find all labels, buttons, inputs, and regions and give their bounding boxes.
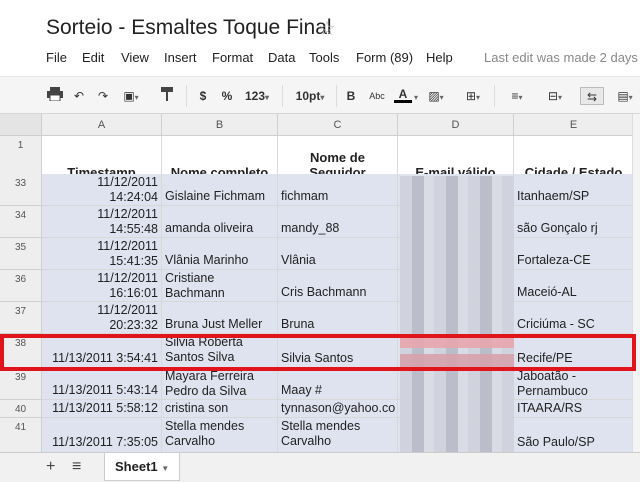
seguidor-cell[interactable]: Stella mendes Carvalho	[278, 418, 398, 452]
annotation-highlight-box	[0, 334, 636, 371]
paint-format-icon[interactable]	[158, 87, 176, 105]
star-icon[interactable]: ☆	[318, 16, 336, 41]
column-header-b[interactable]: B	[162, 114, 278, 136]
row-header[interactable]: 36	[0, 270, 42, 302]
nome-cell[interactable]: cristina son	[162, 400, 278, 418]
row-header[interactable]: 39	[0, 368, 42, 400]
seguidor-cell[interactable]: Vlânia	[278, 238, 398, 270]
last-edit-notice[interactable]: Last edit was made 2 days	[484, 50, 638, 65]
number-format-button[interactable]: 123▾	[242, 87, 272, 105]
row-header[interactable]: 40	[0, 400, 42, 418]
font-size-select[interactable]: 10pt▾	[290, 87, 330, 105]
seguidor-cell[interactable]: Maay #	[278, 368, 398, 400]
cidade-cell[interactable]: Criciúma - SC	[514, 302, 634, 334]
toolbar-separator	[494, 85, 495, 107]
font-size-label: 10pt	[295, 89, 321, 103]
menu-bar: File Edit View Insert Format Data Tools …	[0, 46, 640, 70]
paste-format-icon[interactable]: ▣▾	[120, 87, 142, 105]
row-header[interactable]: 33	[0, 174, 42, 206]
cidade-cell[interactable]: ITAARA/RS	[514, 400, 634, 418]
menu-tools[interactable]: Tools	[309, 50, 339, 65]
nome-cell[interactable]: amanda oliveira	[162, 206, 278, 238]
toolbar-separator	[282, 85, 283, 107]
menu-insert[interactable]: Insert	[164, 50, 197, 65]
spreadsheet-grid[interactable]: A B C D E 1 Timestamp Nome completo Nome…	[0, 114, 640, 452]
wrap-text-icon[interactable]: ⇆	[580, 87, 604, 105]
nome-cell[interactable]: Stella mendes Carvalho	[162, 418, 278, 452]
timestamp-cell[interactable]: 11/13/2011 7:35:05	[42, 418, 162, 452]
menu-help[interactable]: Help	[426, 50, 453, 65]
select-all-corner[interactable]	[0, 114, 42, 136]
vertical-align-icon[interactable]: ⊟▾	[544, 87, 566, 105]
nome-cell[interactable]: Cristiane Bachmann	[162, 270, 278, 302]
cidade-cell[interactable]: Fortaleza-CE	[514, 238, 634, 270]
text-color-caret-icon[interactable]: ▾	[412, 87, 420, 105]
nome-cell[interactable]: Mayara Ferreira Pedro da Silva	[162, 368, 278, 400]
toolbar-separator	[186, 85, 187, 107]
timestamp-cell[interactable]: 11/13/2011 5:58:12	[42, 400, 162, 418]
print-icon[interactable]	[46, 87, 64, 105]
timestamp-cell[interactable]: 11/12/2011 14:24:04	[42, 174, 162, 206]
add-sheet-icon[interactable]: +	[46, 458, 55, 476]
text-color-button[interactable]: A	[394, 87, 412, 103]
sheet-tab-bar: + ≡ Sheet1 ▼	[0, 452, 640, 482]
document-title[interactable]: Sorteio - Esmaltes Toque Final	[46, 16, 332, 40]
menu-edit[interactable]: Edit	[82, 50, 104, 65]
currency-format-button[interactable]: $	[196, 87, 210, 105]
cidade-cell[interactable]: Maceió-AL	[514, 270, 634, 302]
column-header-e[interactable]: E	[514, 114, 634, 136]
row-header[interactable]: 35	[0, 238, 42, 270]
seguidor-cell[interactable]: mandy_88	[278, 206, 398, 238]
more-options-icon[interactable]: ▤▾	[614, 87, 636, 105]
align-left-icon[interactable]: ≡▾	[506, 87, 528, 105]
cidade-cell[interactable]: São Paulo/SP	[514, 418, 634, 452]
fill-color-icon[interactable]: ▨▾	[426, 87, 446, 105]
strikethrough-button[interactable]: Abc	[366, 87, 388, 105]
borders-icon[interactable]: ⊞▾	[462, 87, 484, 105]
menu-data[interactable]: Data	[268, 50, 295, 65]
menu-format[interactable]: Format	[212, 50, 253, 65]
sheet-tab-label: Sheet1	[115, 459, 158, 474]
percent-format-button[interactable]: %	[220, 87, 234, 105]
menu-file[interactable]: File	[46, 50, 67, 65]
nome-cell[interactable]: Vlânia Marinho	[162, 238, 278, 270]
sheet-list-icon[interactable]: ≡	[72, 458, 81, 476]
column-header-a[interactable]: A	[42, 114, 162, 136]
menu-form[interactable]: Form (89)	[356, 50, 413, 65]
bold-button[interactable]: B	[344, 87, 358, 105]
timestamp-cell[interactable]: 11/12/2011 16:16:01	[42, 270, 162, 302]
cidade-cell[interactable]: Jaboatão - Pernambuco	[514, 368, 634, 400]
row-header[interactable]: 34	[0, 206, 42, 238]
timestamp-cell[interactable]: 11/13/2011 5:43:14	[42, 368, 162, 400]
toolbar: ↶ ↷ ▣▾ $ % 123▾ 10pt▾ B Abc A ▾ ▨▾ ⊞▾ ≡▾…	[0, 76, 640, 114]
seguidor-cell[interactable]: tynnason@yahoo.co	[278, 400, 398, 418]
seguidor-cell[interactable]: Cris Bachmann	[278, 270, 398, 302]
email-redaction	[400, 176, 514, 452]
title-bar: Sorteio - Esmaltes Toque Final ☆	[0, 0, 640, 46]
row-header[interactable]: 37	[0, 302, 42, 334]
chevron-down-icon[interactable]: ▼	[161, 464, 169, 473]
column-header-c[interactable]: C	[278, 114, 398, 136]
timestamp-cell[interactable]: 11/12/2011 14:55:48	[42, 206, 162, 238]
toolbar-separator	[336, 85, 337, 107]
number-format-label: 123	[244, 89, 265, 103]
column-header-d[interactable]: D	[398, 114, 514, 136]
undo-icon[interactable]: ↶	[70, 87, 88, 105]
menu-view[interactable]: View	[121, 50, 149, 65]
cidade-cell[interactable]: Itanhaem/SP	[514, 174, 634, 206]
redo-icon[interactable]: ↷	[94, 87, 112, 105]
cidade-cell[interactable]: são Gonçalo rj	[514, 206, 634, 238]
seguidor-cell[interactable]: fichmam	[278, 174, 398, 206]
nome-cell[interactable]: Gislaine Fichmam	[162, 174, 278, 206]
timestamp-cell[interactable]: 11/12/2011 20:23:32	[42, 302, 162, 334]
vertical-scrollbar[interactable]	[632, 114, 640, 452]
row-header[interactable]: 41	[0, 418, 42, 452]
sheet-tab[interactable]: Sheet1 ▼	[104, 453, 181, 481]
nome-cell[interactable]: Bruna Just Meller	[162, 302, 278, 334]
seguidor-cell[interactable]: Bruna	[278, 302, 398, 334]
timestamp-cell[interactable]: 11/12/2011 15:41:35	[42, 238, 162, 270]
